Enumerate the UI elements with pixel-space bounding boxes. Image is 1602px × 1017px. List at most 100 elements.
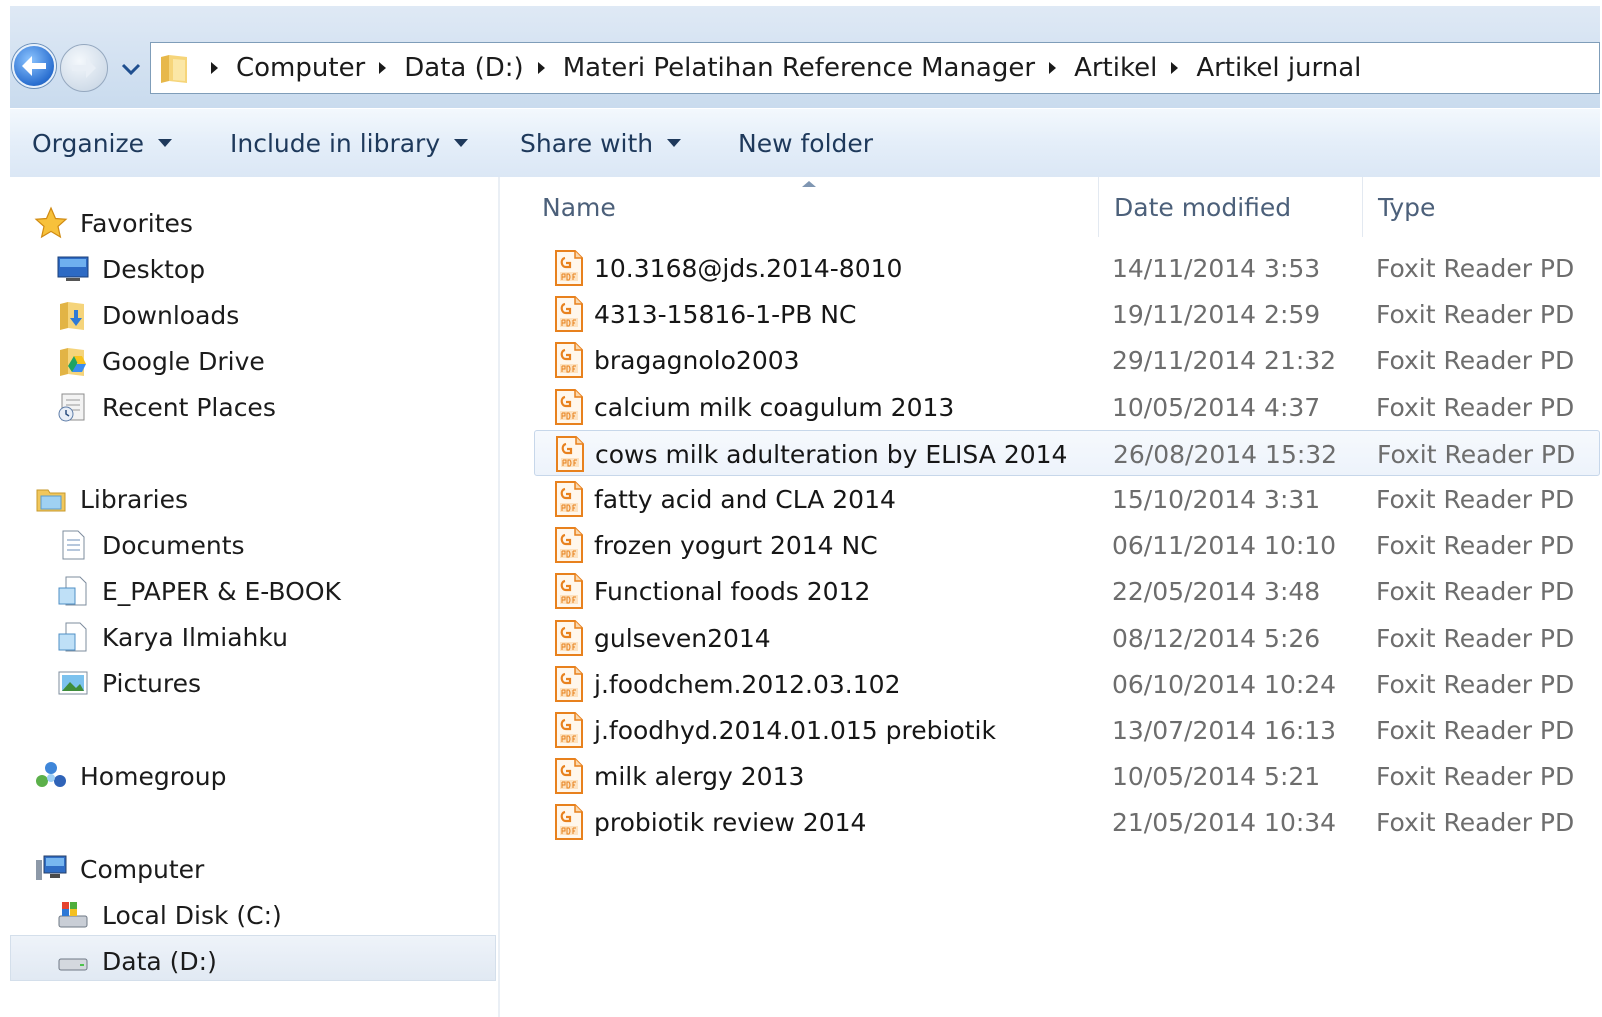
file-row[interactable]: Functional foods 2012 22/05/2014 3:48 Foxi… [544,568,1600,614]
file-type: Foxit Reader PD [1376,715,1575,745]
file-row[interactable]: j.foodhyd.2014.01.015 prebiotik 13/07/201… [544,707,1600,753]
file-date-modified: 14/11/2014 3:53 [1112,253,1321,283]
file-type: Foxit Reader PD [1376,345,1575,375]
pdf-file-icon [555,712,583,748]
file-date-modified: 13/07/2014 16:13 [1112,715,1337,745]
nav-item-label: Pictures [102,668,201,698]
breadcrumb-artikel-jurnal[interactable]: Artikel jurnal [1196,53,1361,83]
new-folder-button[interactable]: New folder [738,109,873,177]
downloads-folder-icon [60,302,84,330]
file-row[interactable]: j.foodchem.2012.03.102 06/10/2014 10:24 Fo… [544,661,1600,707]
nav-item-label: E_PAPER & E-BOOK [102,576,341,606]
column-divider[interactable] [1362,177,1363,237]
nav-item-e-paper[interactable]: E_PAPER & E-BOOK [56,569,341,613]
column-header-type-label: Type [1378,192,1436,222]
nav-computer-label: Computer [80,854,205,884]
file-date-modified: 10/05/2014 5:21 [1112,761,1321,791]
pdf-file-icon [555,481,583,517]
pdf-file-icon [555,342,583,378]
pdf-file-icon [555,296,583,332]
file-name: j.foodchem.2012.03.102 [594,669,901,699]
file-list-pane: Name Date modified Type 10.3168@jds.2014… [500,177,1600,1017]
column-header-type[interactable]: Type [1378,177,1435,237]
file-row[interactable]: cows milk adulteration by ELISA 2014 26/0… [534,430,1600,476]
breadcrumb-arrow-icon[interactable] [211,62,218,74]
google-drive-folder-icon [60,348,86,376]
breadcrumb-arrow-icon[interactable] [1171,62,1179,74]
explorer-window: Computer Data (D:) Materi Pelatihan Refe… [10,6,1600,1017]
homegroup-icon [36,762,66,787]
back-arrow-icon [14,46,54,86]
file-row[interactable]: frozen yogurt 2014 NC 06/11/2014 10:10 Fox… [544,522,1600,568]
nav-item-karya-ilmiahku[interactable]: Karya Ilmiahku [56,615,288,659]
column-header-date[interactable]: Date modified [1114,177,1291,237]
nav-item-label: Google Drive [102,346,265,376]
breadcrumb-materi[interactable]: Materi Pelatihan Reference Manager [563,53,1035,83]
forward-arrow-icon [61,45,107,91]
breadcrumb-arrow-icon[interactable] [1049,62,1057,74]
nav-item-data-d[interactable]: Data (D:) [56,939,217,983]
nav-homegroup[interactable]: Homegroup [34,754,226,798]
nav-item-label: Local Disk (C:) [102,900,282,930]
file-type: Foxit Reader PD [1376,623,1575,653]
nav-homegroup-label: Homegroup [80,761,227,791]
address-box[interactable]: Computer Data (D:) Materi Pelatihan Refe… [150,42,1600,94]
breadcrumb-arrow-icon[interactable] [379,62,387,74]
recent-pages-button[interactable] [120,58,142,80]
column-header-date-label: Date modified [1114,192,1292,222]
breadcrumb-data-d[interactable]: Data (D:) [404,53,523,83]
file-date-modified: 22/05/2014 3:48 [1112,576,1321,606]
local-disk-icon [58,902,88,928]
file-row[interactable]: probiotik review 2014 21/05/2014 10:34 Fox… [544,799,1600,845]
file-row[interactable]: 10.3168@jds.2014-8010 14/11/2014 3:53 Foxi… [544,245,1600,291]
file-row[interactable]: milk alergy 2013 10/05/2014 5:21 Foxit Rea… [544,753,1600,799]
breadcrumb: Computer Data (D:) Materi Pelatihan Refe… [203,43,1367,93]
nav-item-recent-places[interactable]: Recent Places [56,385,276,429]
file-name: bragagnolo2003 [594,345,800,375]
column-header-name[interactable]: Name [542,177,616,237]
nav-item-documents[interactable]: Documents [56,523,245,567]
breadcrumb-computer[interactable]: Computer [236,53,365,83]
navigation-pane: Favorites Desktop Downloads Google Drive… [10,177,500,1017]
address-bar-area: Computer Data (D:) Materi Pelatihan Refe… [10,6,1600,108]
nav-computer[interactable]: Computer [34,847,204,891]
breadcrumb-artikel[interactable]: Artikel [1074,53,1157,83]
back-button[interactable] [12,44,56,88]
nav-item-local-disk-c[interactable]: Local Disk (C:) [56,893,282,937]
file-row[interactable]: 4313-15816-1-PB NC 19/11/2014 2:59 Foxit R… [544,291,1600,337]
folder-icon [161,55,187,83]
pdf-file-icon [555,758,583,794]
forward-button[interactable] [60,44,108,92]
nav-item-desktop[interactable]: Desktop [56,247,205,291]
nav-item-google-drive[interactable]: Google Drive [56,339,265,383]
file-row[interactable]: fatty acid and CLA 2014 15/10/2014 3:31 Fo… [544,476,1600,522]
breadcrumb-arrow-icon[interactable] [537,62,545,74]
share-with-button[interactable]: Share with [520,109,682,177]
nav-favorites[interactable]: Favorites [34,201,193,245]
file-row[interactable]: calcium milk coagulum 2013 10/05/2014 4:3… [544,384,1600,430]
nav-libraries[interactable]: Libraries [34,477,188,521]
file-row[interactable]: bragagnolo2003 29/11/2014 21:32 Foxit Read… [544,337,1600,383]
documents-icon [62,530,85,560]
nav-item-downloads[interactable]: Downloads [56,293,239,337]
file-type: Foxit Reader PD [1376,576,1575,606]
file-name: 10.3168@jds.2014-8010 [594,253,903,283]
new-folder-label: New folder [738,128,874,158]
computer-icon [36,855,67,880]
file-name: j.foodhyd.2014.01.015 prebiotik [594,715,996,745]
nav-item-label: Desktop [102,254,206,284]
file-type: Foxit Reader PD [1377,439,1576,469]
nav-favorites-label: Favorites [80,208,193,238]
file-name: cows milk adulteration by ELISA 2014 [595,439,1068,469]
dropdown-caret-icon [454,139,469,147]
star-icon [34,206,68,239]
nav-item-pictures[interactable]: Pictures [56,661,201,705]
column-divider[interactable] [1098,177,1099,237]
dropdown-caret-icon [158,139,172,147]
file-name: fatty acid and CLA 2014 [594,484,896,514]
file-date-modified: 10/05/2014 4:37 [1112,392,1321,422]
organize-button[interactable]: Organize [32,109,172,177]
file-row[interactable]: gulseven2014 08/12/2014 5:26 Foxit Reader … [544,615,1600,661]
include-in-library-button[interactable]: Include in library [230,109,469,177]
drive-icon [58,958,88,971]
